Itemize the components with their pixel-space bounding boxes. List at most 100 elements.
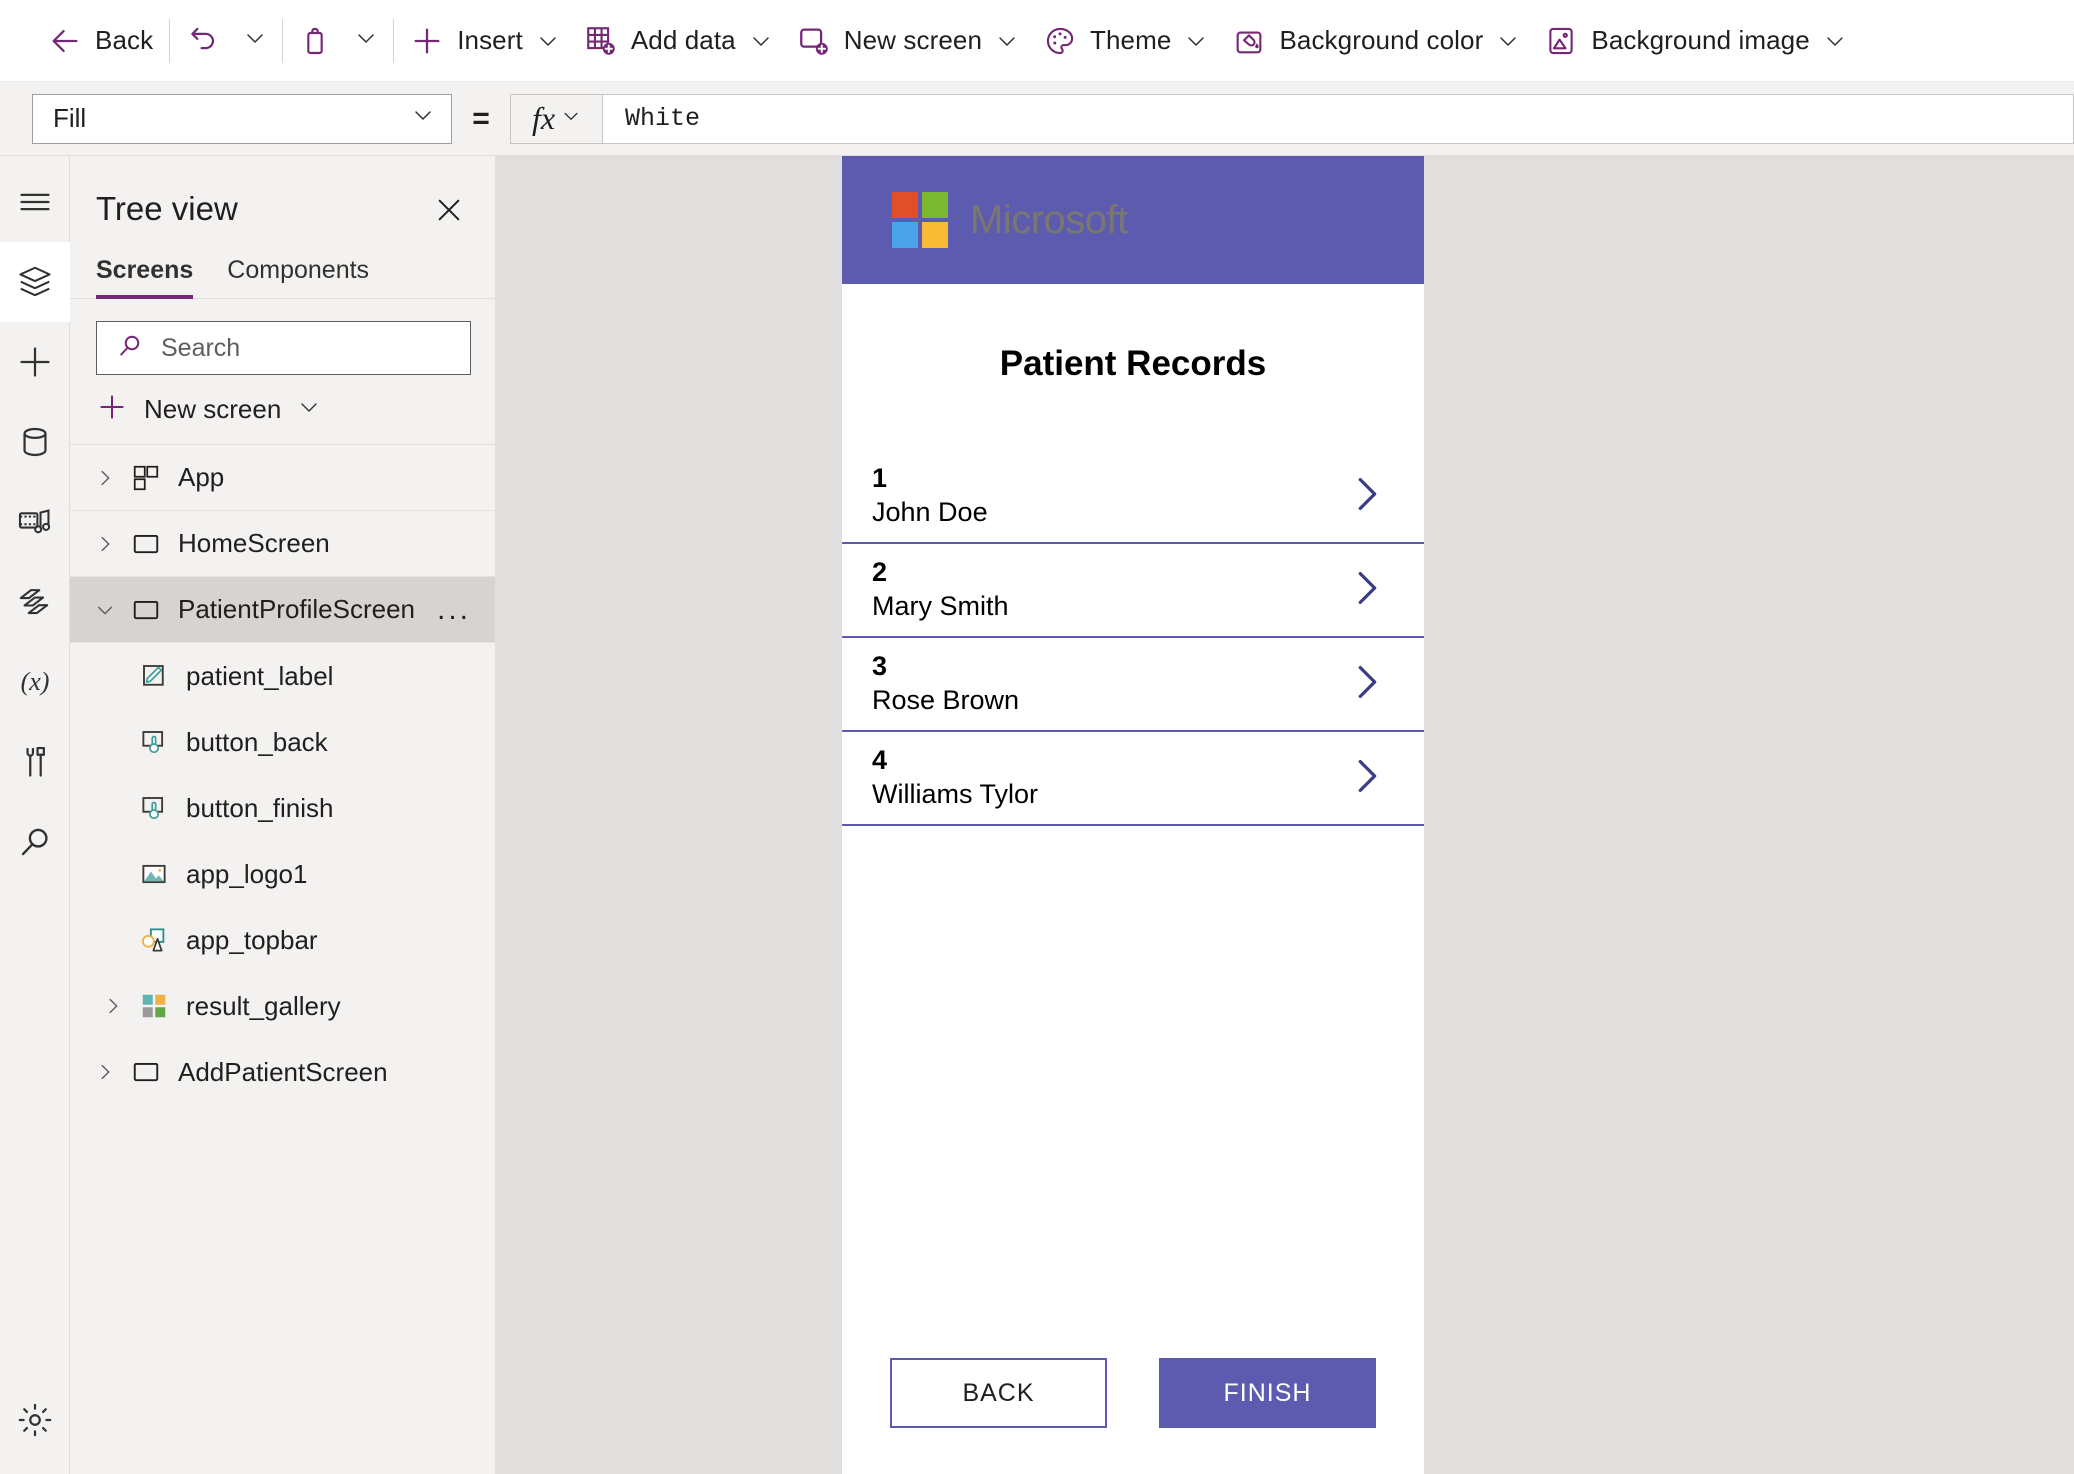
chevron-right-icon[interactable]	[86, 533, 124, 555]
undo-icon	[186, 24, 220, 58]
row-text: 3 Rose Brown	[872, 650, 1344, 718]
tree-node-homescreen[interactable]: HomeScreen	[70, 511, 495, 577]
tree-view-tabs: Screens Components	[70, 230, 495, 299]
tree-node-button-back[interactable]: button_back	[70, 709, 495, 775]
screen-icon	[124, 595, 168, 625]
theme-button[interactable]: Theme	[1031, 12, 1220, 70]
insert-icon[interactable]	[0, 322, 70, 402]
power-automate-icon[interactable]	[0, 562, 70, 642]
app-topbar[interactable]: Microsoft	[842, 156, 1424, 284]
node-overflow-button[interactable]: ...	[429, 593, 479, 627]
tree-search-wrap: Search	[70, 299, 495, 375]
tree-node-app-topbar[interactable]: app_topbar	[70, 907, 495, 973]
search-placeholder: Search	[161, 333, 241, 362]
undo-dropdown-button[interactable]	[232, 12, 278, 70]
chevron-right-icon[interactable]	[94, 995, 132, 1017]
tree-node-addpatientscreen[interactable]: AddPatientScreen	[70, 1039, 495, 1105]
button-icon	[132, 727, 176, 757]
back-button[interactable]: Back	[36, 12, 165, 70]
chevron-down-icon[interactable]	[86, 599, 124, 621]
tree-node-button-finish[interactable]: button_finish	[70, 775, 495, 841]
arrow-left-icon	[48, 24, 82, 58]
gallery-row[interactable]: 3 Rose Brown	[842, 638, 1424, 732]
tree-node-result-gallery[interactable]: result_gallery	[70, 973, 495, 1039]
row-name: Williams Tylor	[872, 779, 1039, 809]
equals-sign: =	[472, 101, 490, 135]
row-text: 1 John Doe	[872, 462, 1344, 530]
tree-node-patient-label[interactable]: patient_label	[70, 643, 495, 709]
tree-node-label: button_back	[186, 726, 328, 757]
add-data-label: Add data	[630, 25, 736, 55]
chevron-right-icon[interactable]	[1344, 565, 1390, 616]
image-icon	[1544, 24, 1578, 58]
chevron-down-icon	[995, 29, 1019, 53]
search-icon	[115, 331, 145, 366]
gear-icon[interactable]	[0, 1380, 70, 1460]
insert-button[interactable]: Insert	[398, 12, 572, 70]
background-image-button[interactable]: Background image	[1532, 12, 1858, 70]
chevron-down-icon	[354, 26, 378, 55]
property-select[interactable]: Fill	[32, 93, 452, 144]
tree-node-label: AddPatientScreen	[178, 1056, 388, 1087]
new-screen-label: New screen	[843, 25, 983, 55]
variables-icon[interactable]: (x)	[0, 642, 70, 722]
formula-bar: Fill = fx White	[0, 82, 2074, 156]
clipboard-icon	[299, 25, 331, 57]
row-text: 4 Williams Tylor	[872, 744, 1344, 812]
chevron-down-icon	[749, 29, 773, 53]
tree-view-icon[interactable]	[0, 242, 70, 322]
background-color-button[interactable]: Background color	[1220, 12, 1532, 70]
tree-node-app[interactable]: App	[70, 445, 495, 511]
chevron-right-icon[interactable]	[1344, 753, 1390, 804]
paint-bucket-icon	[1232, 24, 1266, 58]
undo-button[interactable]	[174, 12, 232, 70]
chevron-right-icon[interactable]	[1344, 471, 1390, 522]
table-add-icon	[584, 24, 618, 58]
new-screen-tree-button[interactable]: New screen	[70, 375, 495, 445]
chevron-right-icon[interactable]	[86, 467, 124, 489]
brand-text: Microsoft	[970, 197, 1128, 242]
chevron-right-icon[interactable]	[1344, 659, 1390, 710]
new-screen-button[interactable]: New screen	[785, 12, 1031, 70]
tree-node-patientprofilescreen[interactable]: PatientProfileScreen ...	[70, 577, 495, 643]
gallery-row[interactable]: 1 John Doe	[842, 450, 1424, 544]
action-button-row: BACK FINISH	[842, 1358, 1424, 1474]
tree-node-label: PatientProfileScreen	[178, 594, 416, 624]
gallery-row[interactable]: 4 Williams Tylor	[842, 732, 1424, 826]
theme-label: Theme	[1090, 25, 1172, 55]
media-icon[interactable]	[0, 482, 70, 562]
tree-node-label: patient_label	[186, 660, 334, 691]
finish-action-button[interactable]: FINISH	[1159, 1358, 1376, 1428]
data-icon[interactable]	[0, 402, 70, 482]
hamburger-menu-icon[interactable]	[0, 162, 70, 242]
search-input[interactable]: Search	[96, 321, 471, 375]
fx-button[interactable]: fx	[510, 93, 602, 144]
command-bar: Back Insert Add data New screen Theme Ba…	[0, 0, 2074, 82]
paste-button[interactable]	[287, 12, 343, 70]
canvas-spacer	[842, 826, 1424, 1358]
gallery-row[interactable]: 2 Mary Smith	[842, 544, 1424, 638]
divider	[169, 18, 171, 63]
add-data-button[interactable]: Add data	[572, 12, 785, 70]
close-icon[interactable]	[427, 190, 471, 230]
formula-input[interactable]: White	[602, 93, 2074, 144]
tree-node-label: App	[178, 462, 225, 492]
chevron-right-icon[interactable]	[86, 1061, 124, 1083]
canvas-area: Microsoft Patient Records 1 John Doe 2 M…	[496, 156, 2074, 1474]
tree-node-label: app_logo1	[186, 858, 308, 889]
paste-dropdown-button[interactable]	[343, 12, 389, 70]
insert-label: Insert	[457, 25, 523, 55]
tab-components[interactable]: Components	[227, 256, 369, 299]
row-number: 4	[872, 745, 888, 776]
result-gallery: 1 John Doe 2 Mary Smith 3 Rose Brown 4 W…	[842, 450, 1424, 826]
advanced-tools-icon[interactable]	[0, 722, 70, 802]
search-icon[interactable]	[0, 802, 70, 882]
screen-add-icon	[797, 24, 831, 58]
tab-screens[interactable]: Screens	[96, 256, 194, 299]
chevron-down-icon	[536, 29, 560, 53]
back-action-button[interactable]: BACK	[890, 1358, 1107, 1428]
row-name: Rose Brown	[872, 685, 1020, 715]
tree-node-app-logo1[interactable]: app_logo1	[70, 841, 495, 907]
back-label: Back	[95, 25, 154, 55]
tree-node-label: app_topbar	[186, 924, 318, 955]
